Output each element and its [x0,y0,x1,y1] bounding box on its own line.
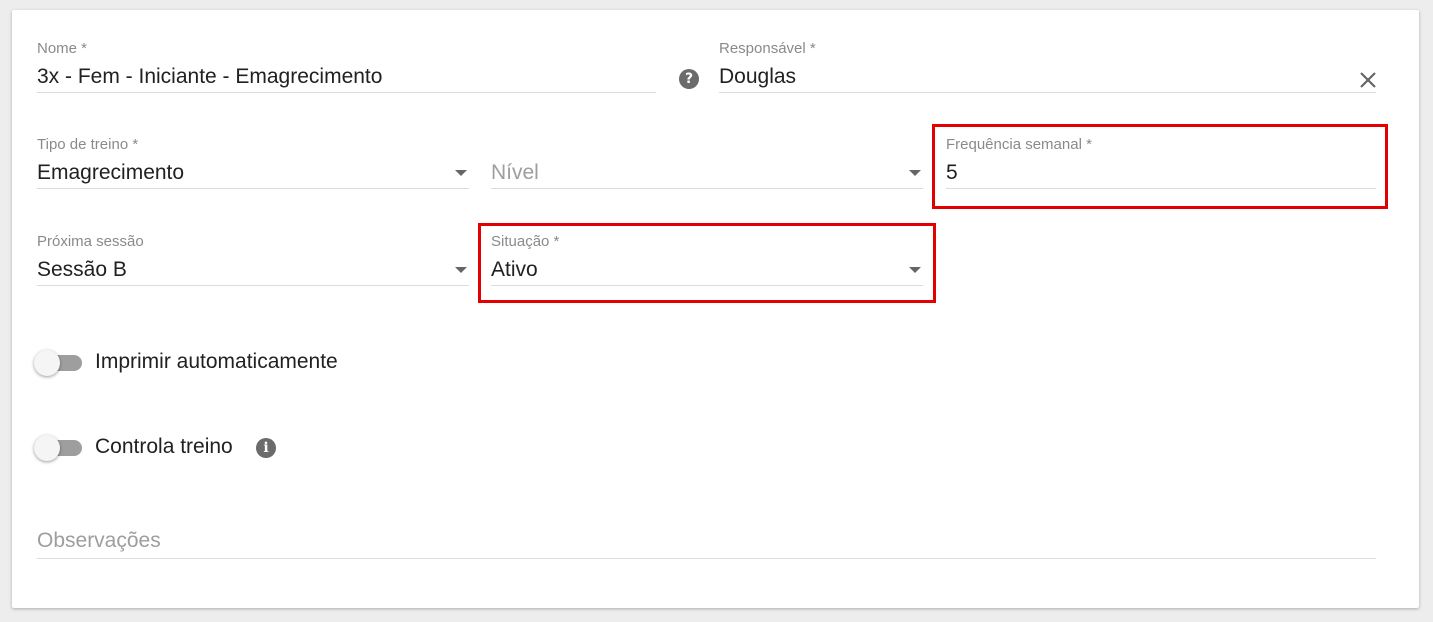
frequencia-highlight-box [932,124,1388,209]
tipo-treino-underline [37,188,469,189]
nivel-placeholder: Nível [491,161,539,184]
imprimir-automaticamente-label: Imprimir automaticamente [95,350,338,373]
proxima-sessao-value: Sessão B [37,258,127,281]
observacoes-placeholder[interactable]: Observações [37,529,161,553]
toggle-thumb [34,350,60,376]
responsavel-field[interactable]: Responsável * Douglas [719,40,1376,102]
tipo-treino-label: Tipo de treino * [37,136,139,153]
responsavel-input[interactable]: Douglas [719,65,796,89]
proxima-sessao-label: Próxima sessão [37,233,144,250]
info-icon[interactable]: i [256,438,276,458]
tipo-treino-select[interactable]: Tipo de treino * Emagrecimento [37,136,469,198]
nome-input[interactable]: 3x - Fem - Iniciante - Emagrecimento [37,65,382,89]
imprimir-automaticamente-toggle[interactable] [34,348,84,378]
help-circle-icon[interactable]: ? [679,69,699,89]
chevron-down-icon[interactable] [455,170,467,176]
nome-field[interactable]: Nome * 3x - Fem - Iniciante - Emagrecime… [37,40,656,102]
nome-underline [37,92,656,93]
controla-treino-toggle[interactable] [34,433,84,463]
observacoes-field[interactable]: Observações [37,504,1376,560]
tipo-treino-value: Emagrecimento [37,161,185,184]
close-icon[interactable] [1357,69,1379,91]
responsavel-label: Responsável * [719,40,816,57]
controla-treino-label: Controla treino [95,435,233,458]
toggle-thumb [34,435,60,461]
observacoes-underline [37,558,1376,559]
chevron-down-icon[interactable] [455,267,467,273]
proxima-sessao-underline [37,285,469,286]
nome-label: Nome * [37,40,88,57]
training-form-card: Nome * 3x - Fem - Iniciante - Emagrecime… [12,10,1419,608]
situacao-highlight-box [478,223,936,303]
responsavel-underline [719,92,1376,93]
proxima-sessao-select[interactable]: Próxima sessão Sessão B [37,233,469,295]
nivel-underline [491,188,923,189]
chevron-down-icon[interactable] [909,170,921,176]
nivel-select[interactable]: Nível [491,136,923,198]
